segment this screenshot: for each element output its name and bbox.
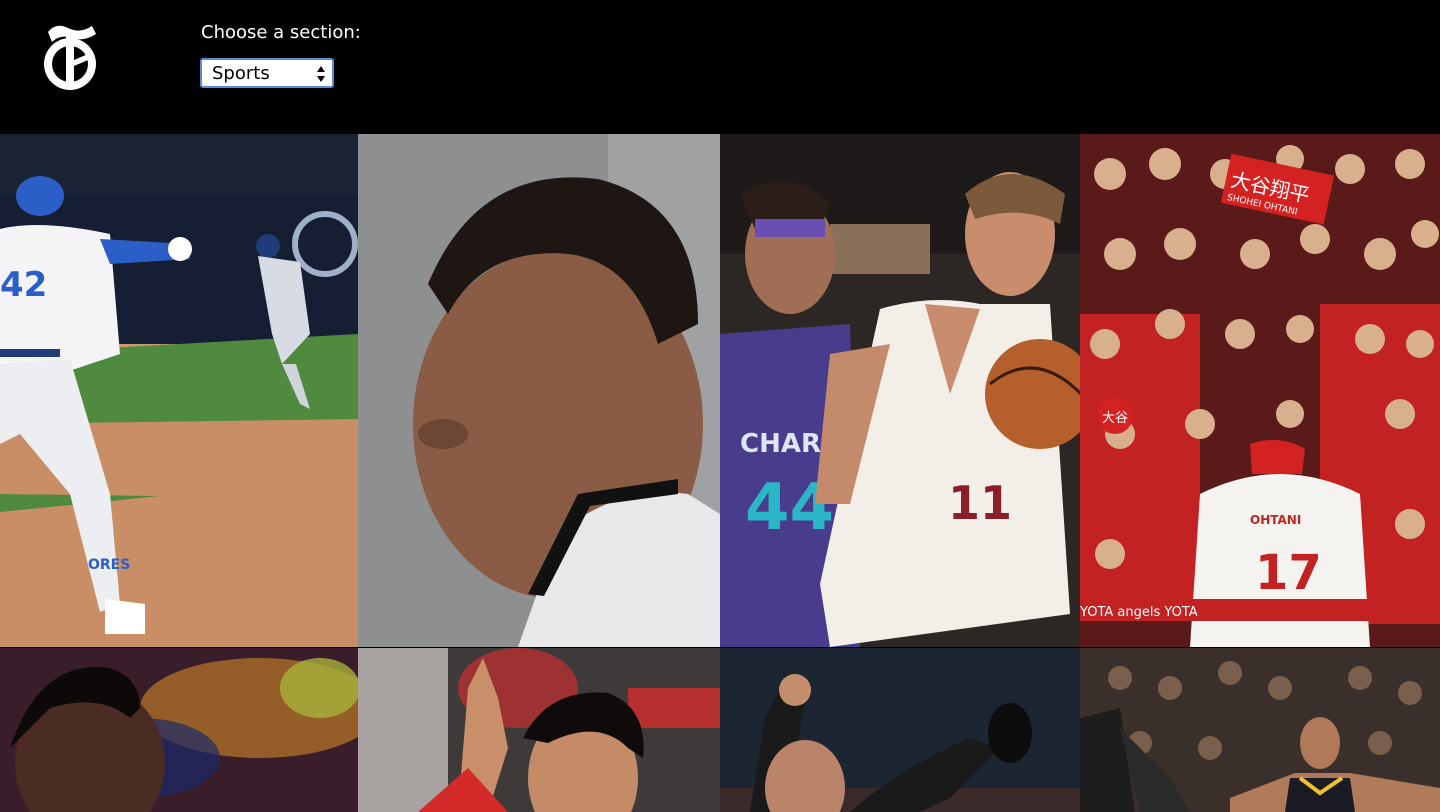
photo-tile-ohtani-fans[interactable]: 大谷翔平 SHOHEI OHTANI 大谷 OHTANI 17 YOTA ang…	[1080, 134, 1440, 647]
photo-tile-basketball-player[interactable]	[1080, 648, 1440, 812]
stadium-banner: YOTA angels YOTA	[1080, 605, 1198, 620]
photo-tile-player-portrait[interactable]	[358, 134, 720, 647]
photo-tile-player-looking-up[interactable]	[0, 648, 358, 812]
ohtani-jersey-number: 17	[1255, 545, 1322, 601]
photo-tile-basketball[interactable]: CHARLOTTE 44 11	[720, 134, 1080, 647]
select-arrows-icon	[316, 65, 326, 83]
nyt-t-logo-icon[interactable]	[42, 20, 100, 98]
photo-grid: 42 ORES CHARLOT	[0, 134, 1440, 812]
jersey-name: ORES	[88, 557, 130, 573]
photo-tile-baseball-runner[interactable]: 42 ORES	[0, 134, 358, 647]
section-label: Choose a section:	[201, 22, 361, 43]
section-select-value: Sports	[212, 63, 270, 84]
jersey-number-11: 11	[948, 476, 1012, 530]
section-select[interactable]: Sports	[200, 58, 334, 88]
ohtani-jersey-name: OHTANI	[1250, 513, 1301, 527]
fan-sign-small: 大谷	[1102, 411, 1128, 426]
jersey-number: 42	[0, 265, 47, 305]
photo-tile-coach-celebrating[interactable]	[720, 648, 1080, 812]
header: Choose a section: Sports	[0, 0, 1440, 134]
photo-tile-player-gesture[interactable]	[358, 648, 720, 812]
